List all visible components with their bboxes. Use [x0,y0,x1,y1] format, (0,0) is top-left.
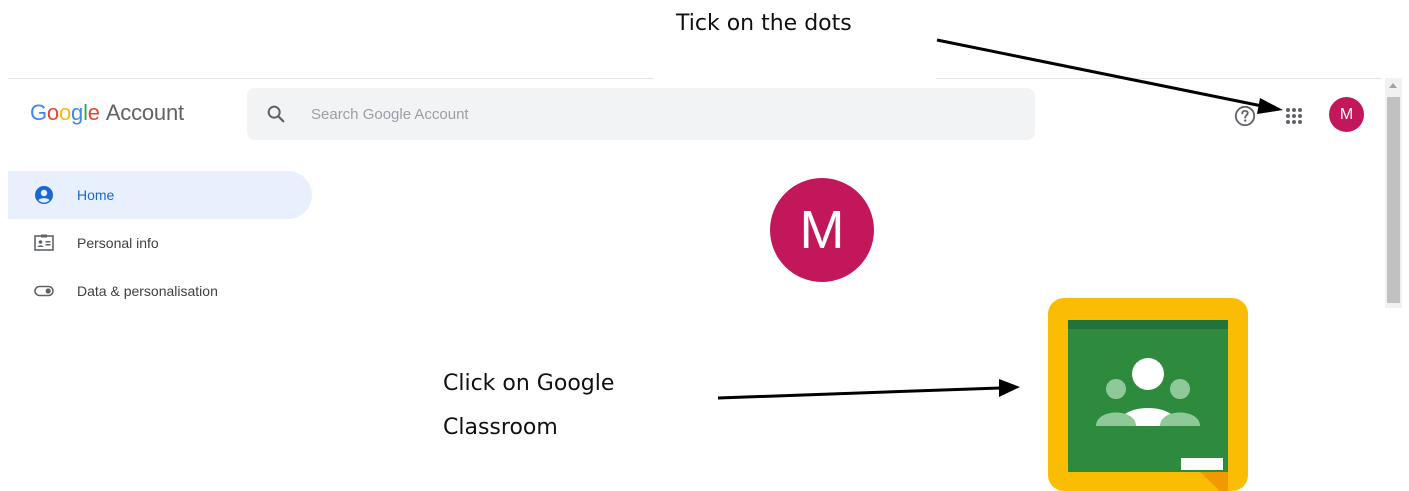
arrow-to-classroom-line [717,386,1001,400]
arrow-to-apps-head [1257,98,1283,114]
google-classroom-icon[interactable] [1048,298,1248,491]
arrow-to-apps-line [936,38,1263,108]
arrow-to-classroom-head [999,379,1020,397]
screenshot-stage: Tick on the dots GoogleAccount M [0,0,1409,491]
